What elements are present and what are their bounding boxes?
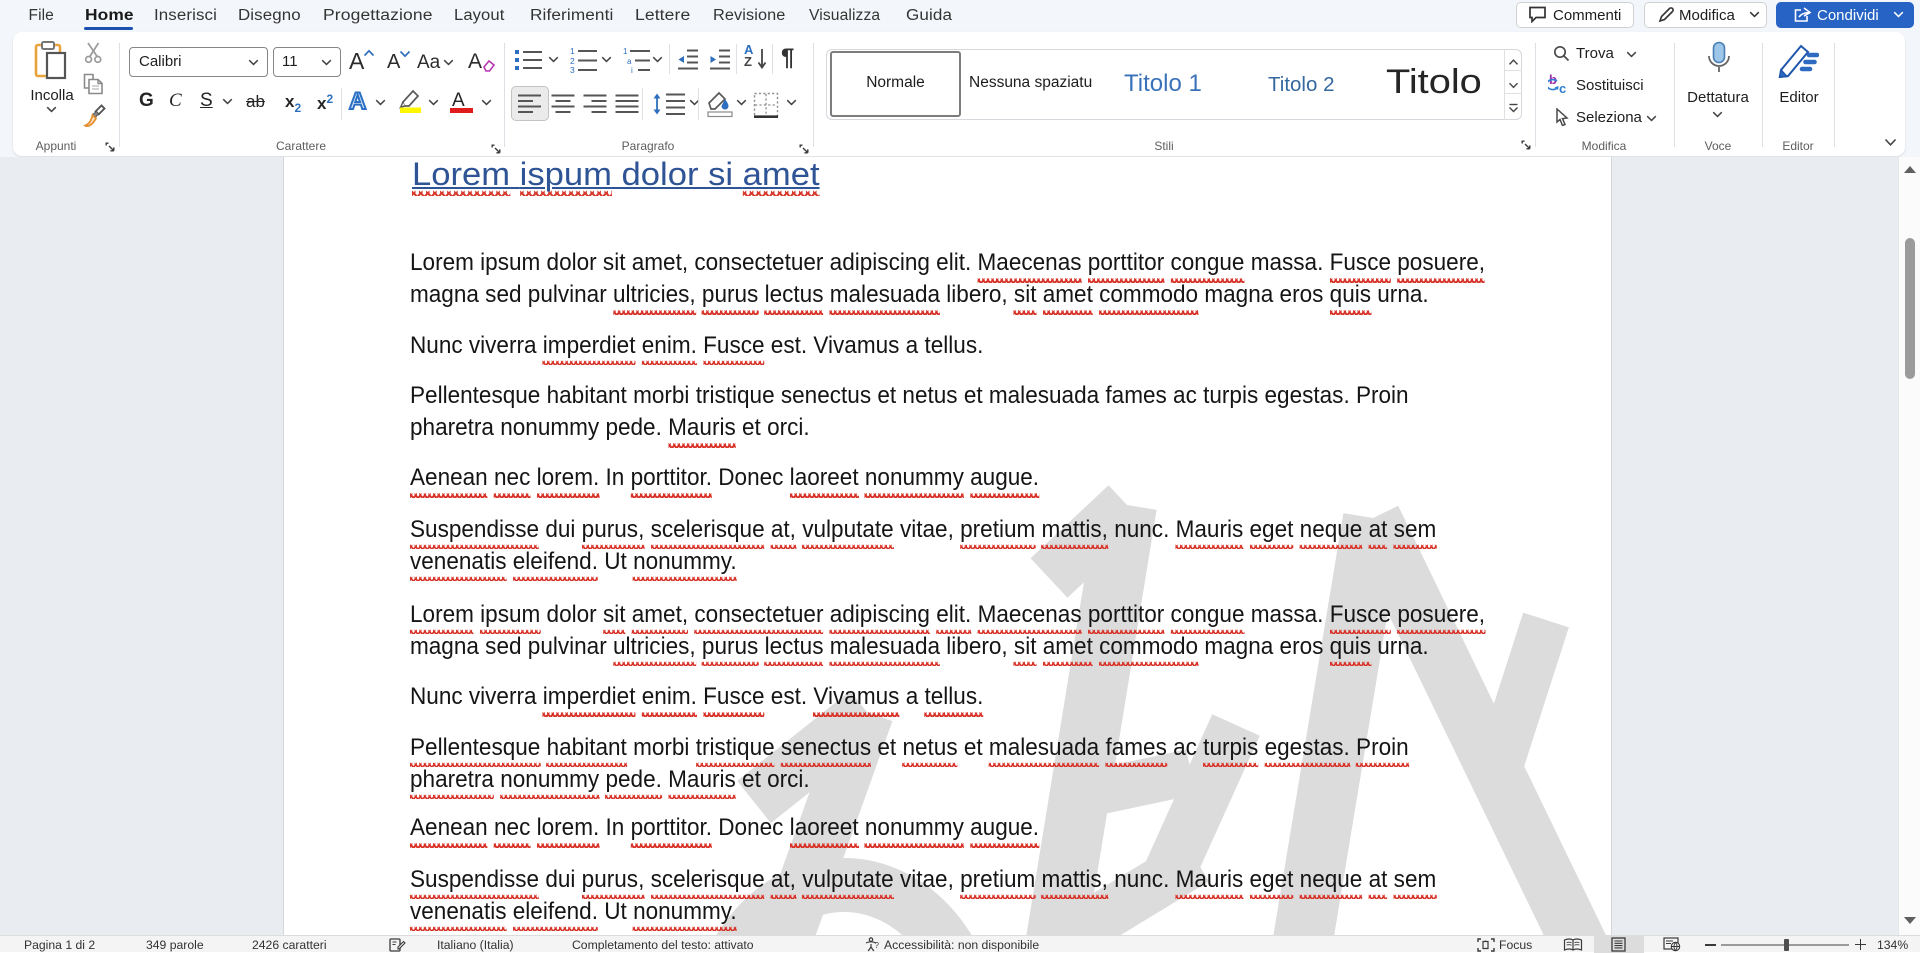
svg-text:3: 3 — [570, 65, 575, 74]
svg-text:i: i — [631, 66, 633, 74]
svg-text:a: a — [627, 57, 632, 66]
svg-text:?: ? — [875, 941, 880, 950]
svg-text:1: 1 — [570, 46, 575, 56]
svg-text:1: 1 — [623, 47, 628, 56]
